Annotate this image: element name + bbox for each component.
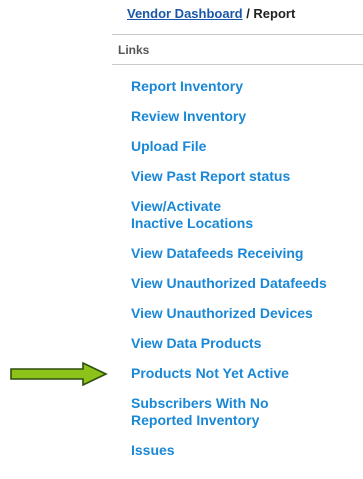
- breadcrumb-current: Report: [253, 6, 296, 21]
- link-products-not-yet-active[interactable]: Products Not Yet Active: [131, 365, 327, 382]
- header-bottom-divider: [112, 64, 363, 65]
- links-section-title: Links: [118, 43, 150, 57]
- link-view-unauthorized-datafeeds[interactable]: View Unauthorized Datafeeds: [131, 275, 327, 292]
- link-issues[interactable]: Issues: [131, 442, 327, 459]
- link-subscribers-with-no-reported-inventory[interactable]: Subscribers With No Reported Inventory: [131, 395, 327, 429]
- breadcrumb-separator: /: [242, 6, 254, 21]
- link-upload-file[interactable]: Upload File: [131, 138, 327, 155]
- link-view-unauthorized-devices[interactable]: View Unauthorized Devices: [131, 305, 327, 322]
- links-list: Report Inventory Review Inventory Upload…: [131, 78, 327, 472]
- link-view-activate-inactive-locations[interactable]: View/Activate Inactive Locations: [131, 198, 327, 232]
- link-view-past-report-status[interactable]: View Past Report status: [131, 168, 327, 185]
- header-top-divider: [112, 34, 363, 35]
- breadcrumb: Vendor Dashboard / Report: [127, 6, 295, 21]
- breadcrumb-vendor-dashboard-link[interactable]: Vendor Dashboard: [127, 6, 243, 21]
- link-review-inventory[interactable]: Review Inventory: [131, 108, 327, 125]
- link-report-inventory[interactable]: Report Inventory: [131, 78, 327, 95]
- link-view-datafeeds-receiving[interactable]: View Datafeeds Receiving: [131, 245, 327, 262]
- link-view-data-products[interactable]: View Data Products: [131, 335, 327, 352]
- arrow-right-icon: [10, 361, 108, 387]
